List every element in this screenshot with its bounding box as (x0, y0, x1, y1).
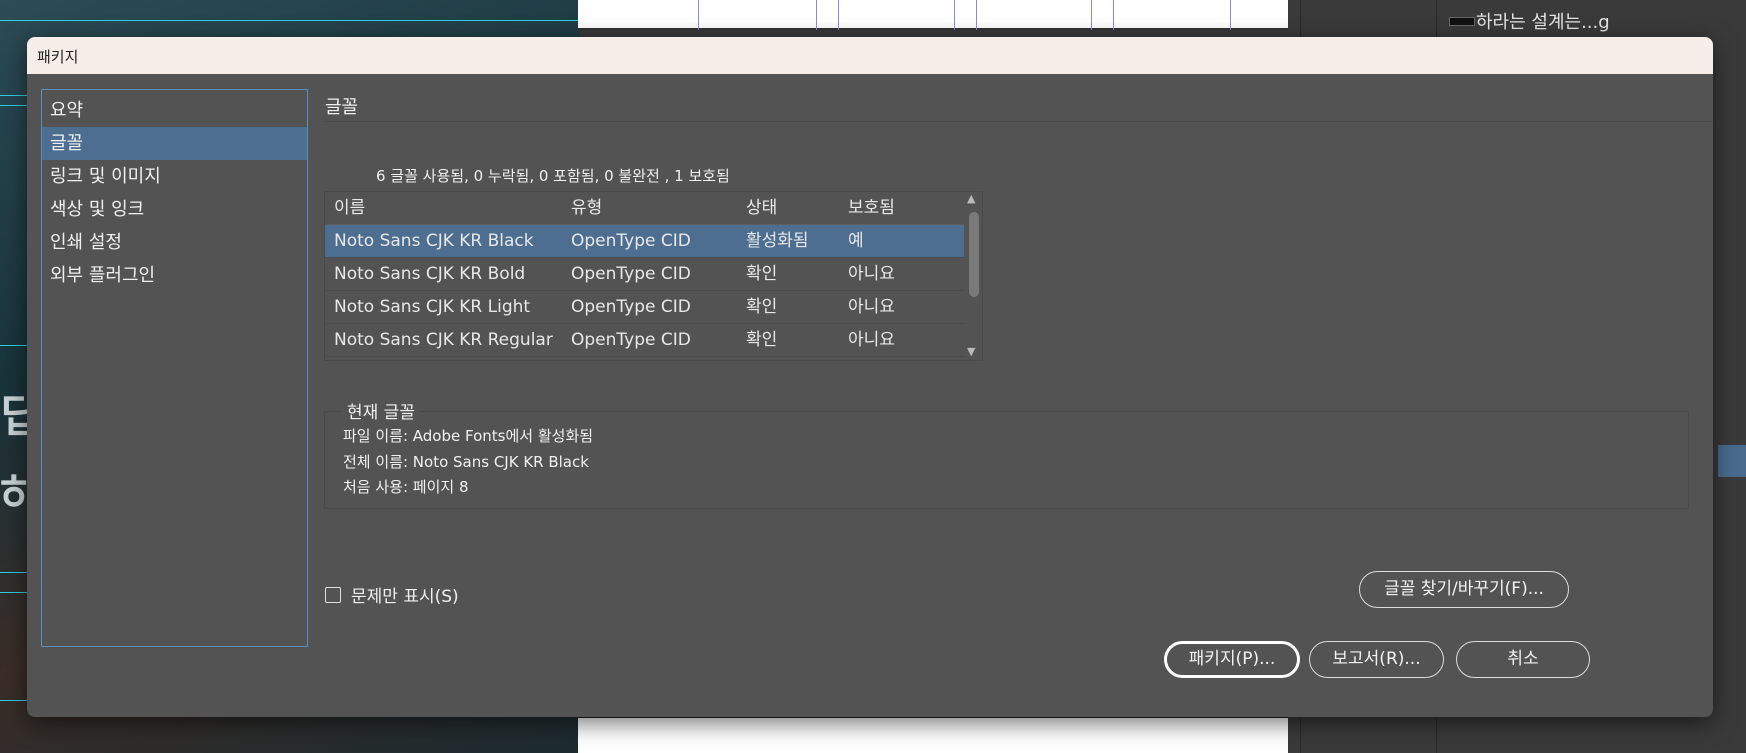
cell-name: Noto Sans CJK KR Black (334, 231, 534, 251)
first-use-info: 처음 사용: 페이지 8 (343, 478, 469, 496)
dialog-title: 패키지 (27, 37, 1713, 74)
checkbox-label: 문제만 표시(S) (351, 587, 459, 607)
cancel-button[interactable]: 취소 (1456, 641, 1590, 678)
font-table: 이름 유형 상태 보호됨 Noto Sans CJK KR Black Open… (324, 191, 983, 361)
cell-status: 확인 (746, 264, 778, 284)
section-title: 글꼴 (325, 97, 359, 118)
find-replace-font-button[interactable]: 글꼴 찾기/바꾸기(F)... (1359, 571, 1569, 608)
package-button[interactable]: 패키지(P)... (1164, 641, 1300, 678)
table-row[interactable]: Noto Sans CJK KR Black OpenType CID 활성화됨… (325, 225, 982, 258)
document-page-bottom (578, 715, 1288, 753)
section-divider (325, 121, 1713, 122)
table-header: 이름 유형 상태 보호됨 (325, 192, 982, 225)
table-row[interactable]: Noto Sans CJK KR Regular OpenType CID 확인… (325, 324, 982, 357)
layer-row-label[interactable]: 하라는 설계는...g (1476, 8, 1610, 34)
nav-item-fonts[interactable]: 글꼴 (42, 127, 307, 160)
cell-protected: 아니요 (848, 264, 895, 284)
cell-type: OpenType CID (571, 330, 691, 350)
nav-item-print-settings[interactable]: 인쇄 설정 (42, 226, 307, 259)
package-dialog: 패키지 요약 글꼴 링크 및 이미지 색상 및 잉크 인쇄 설정 외부 플러그인… (27, 37, 1713, 717)
current-font-group: 현재 글꼴 파일 이름: Adobe Fonts에서 활성화됨 전체 이름: N… (324, 398, 1689, 509)
cell-type: OpenType CID (571, 231, 691, 251)
cell-name: Noto Sans CJK KR Light (334, 297, 531, 317)
cell-protected: 예 (848, 231, 864, 251)
report-button[interactable]: 보고서(R)... (1309, 641, 1444, 678)
cell-name: Noto Sans CJK KR Bold (334, 264, 526, 284)
column-header-name[interactable]: 이름 (325, 192, 562, 224)
cell-name: Noto Sans CJK KR Regular (334, 330, 553, 350)
table-row[interactable]: Noto Sans CJK KR Bold OpenType CID 확인 아니… (325, 258, 982, 291)
layer-thumbnail (1449, 17, 1475, 26)
nav-item-colors-inks[interactable]: 색상 및 잉크 (42, 193, 307, 226)
scroll-down-icon[interactable]: ▼ (967, 345, 975, 358)
cell-type: OpenType CID (571, 297, 691, 317)
nav-item-links-images[interactable]: 링크 및 이미지 (42, 160, 307, 193)
table-row[interactable]: Noto Sans CJK KR Light OpenType CID 확인 아… (325, 291, 982, 324)
column-header-type[interactable]: 유형 (562, 192, 737, 224)
table-scrollbar[interactable]: ▲ ▼ (964, 192, 982, 360)
column-header-status[interactable]: 상태 (737, 192, 839, 224)
nav-item-summary[interactable]: 요약 (42, 94, 307, 127)
scroll-up-icon[interactable]: ▲ (967, 192, 975, 205)
font-summary: 6 글꼴 사용됨, 0 누락됨, 0 포함됨, 0 불완전 , 1 보호됨 (376, 167, 730, 185)
cell-type: OpenType CID (571, 264, 691, 284)
document-page-top (578, 0, 1288, 30)
cell-protected: 아니요 (848, 297, 895, 317)
current-font-legend: 현재 글꼴 (342, 398, 420, 423)
checkbox-box[interactable] (325, 586, 341, 603)
cell-protected: 아니요 (848, 330, 895, 350)
category-list: 요약 글꼴 링크 및 이미지 색상 및 잉크 인쇄 설정 외부 플러그인 (41, 89, 308, 647)
nav-item-external-plugins[interactable]: 외부 플러그인 (42, 259, 307, 292)
file-name-info: 파일 이름: Adobe Fonts에서 활성화됨 (343, 427, 594, 445)
cell-status: 확인 (746, 330, 778, 350)
panel-selection-strip (1718, 445, 1746, 477)
cell-status: 확인 (746, 297, 778, 317)
scroll-thumb[interactable] (969, 212, 979, 297)
cell-status: 활성화됨 (746, 231, 809, 251)
full-name-info: 전체 이름: Noto Sans CJK KR Black (343, 453, 589, 471)
column-header-protected[interactable]: 보호됨 (839, 192, 961, 224)
guide-line (0, 20, 580, 21)
show-problems-only-checkbox[interactable]: 문제만 표시(S) (325, 582, 459, 607)
